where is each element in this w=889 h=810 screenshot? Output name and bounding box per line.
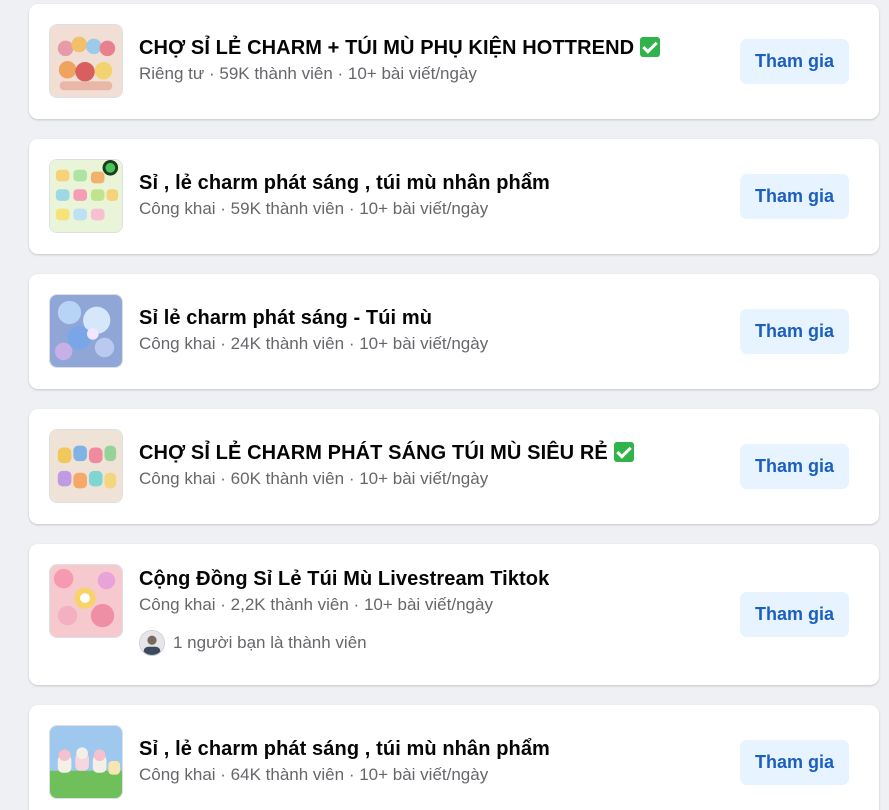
join-group-button[interactable]: Tham gia [740, 444, 849, 489]
group-meta: Công khai · 64K thành viên · 10+ bài viế… [139, 765, 489, 784]
group-members: 2,2K thành viên [230, 595, 349, 614]
group-suggestion-feed: CHỢ SỈ LẺ CHARM + TÚI MÙ PHỤ KIỆN HOTTRE… [0, 0, 889, 810]
group-name[interactable]: CHỢ SỈ LẺ CHARM PHÁT SÁNG TÚI MÙ SIÊU RẺ [139, 440, 729, 466]
group-name[interactable]: Sỉ , lẻ charm phát sáng , túi mù nhân ph… [139, 170, 729, 196]
group-name[interactable]: Sỉ , lẻ charm phát sáng , túi mù nhân ph… [139, 736, 729, 762]
group-activity: 10+ bài viết/ngày [359, 199, 489, 218]
join-group-button[interactable]: Tham gia [740, 174, 849, 219]
group-info: CHỢ SỈ LẺ CHARM + TÚI MÙ PHỤ KIỆN HOTTRE… [139, 35, 729, 85]
group-activity: 10+ bài viết/ngày [359, 469, 489, 488]
group-thumbnail-image [50, 565, 122, 637]
group-activity: 10+ bài viết/ngày [363, 595, 493, 614]
group-meta: Công khai · 59K thành viên · 10+ bài viế… [139, 199, 489, 218]
group-thumbnail[interactable] [49, 725, 123, 799]
mutual-friends[interactable]: 1 người bạn là thành viên [139, 630, 729, 656]
group-name[interactable]: Cộng Đồng Sỉ Lẻ Túi Mù Livestream Tiktok [139, 566, 729, 592]
group-members: 59K thành viên [230, 199, 345, 218]
group-thumbnail[interactable] [49, 429, 123, 503]
group-info: Sỉ , lẻ charm phát sáng , túi mù nhân ph… [139, 170, 729, 220]
join-group-button[interactable]: Tham gia [740, 309, 849, 354]
white-check-mark-icon [613, 442, 634, 462]
group-thumbnail-image [50, 25, 122, 97]
group-thumbnail[interactable] [49, 564, 123, 638]
white-check-mark-icon [640, 37, 661, 57]
group-thumbnail-image [50, 430, 122, 502]
group-thumbnail-image [50, 160, 122, 232]
join-group-button[interactable]: Tham gia [740, 592, 849, 637]
group-meta: Công khai · 60K thành viên · 10+ bài viế… [139, 469, 489, 488]
group-meta: Công khai · 2,2K thành viên · 10+ bài vi… [139, 595, 493, 614]
group-info: Sỉ lẻ charm phát sáng - Túi mù Công khai… [139, 305, 729, 355]
group-activity: 10+ bài viết/ngày [359, 765, 489, 784]
group-privacy: Công khai [139, 595, 216, 614]
group-card[interactable]: Cộng Đồng Sỉ Lẻ Túi Mù Livestream Tiktok… [29, 544, 879, 685]
group-card[interactable]: Sỉ , lẻ charm phát sáng , túi mù nhân ph… [29, 139, 879, 254]
group-members: 24K thành viên [230, 334, 345, 353]
group-thumbnail[interactable] [49, 294, 123, 368]
group-thumbnail-image [50, 295, 122, 367]
group-card[interactable]: CHỢ SỈ LẺ CHARM PHÁT SÁNG TÚI MÙ SIÊU RẺ… [29, 409, 879, 524]
group-activity: 10+ bài viết/ngày [359, 334, 489, 353]
group-meta: Riêng tư · 59K thành viên · 10+ bài viết… [139, 64, 477, 83]
group-privacy: Công khai [139, 199, 216, 218]
join-group-button[interactable]: Tham gia [740, 740, 849, 785]
group-name[interactable]: CHỢ SỈ LẺ CHARM + TÚI MÙ PHỤ KIỆN HOTTRE… [139, 35, 729, 61]
group-meta: Công khai · 24K thành viên · 10+ bài viế… [139, 334, 489, 353]
group-card[interactable]: Sỉ lẻ charm phát sáng - Túi mù Công khai… [29, 274, 879, 389]
group-activity: 10+ bài viết/ngày [347, 64, 477, 83]
group-info: Cộng Đồng Sỉ Lẻ Túi Mù Livestream Tiktok… [139, 566, 729, 656]
group-privacy: Công khai [139, 334, 216, 353]
group-name[interactable]: Sỉ lẻ charm phát sáng - Túi mù [139, 305, 729, 331]
group-privacy: Công khai [139, 765, 216, 784]
group-privacy: Công khai [139, 469, 216, 488]
group-thumbnail[interactable] [49, 159, 123, 233]
mutual-friends-text: 1 người bạn là thành viên [173, 633, 367, 652]
group-privacy: Riêng tư [139, 64, 205, 83]
group-card[interactable]: Sỉ , lẻ charm phát sáng , túi mù nhân ph… [29, 705, 879, 810]
group-members: 60K thành viên [230, 469, 345, 488]
group-info: Sỉ , lẻ charm phát sáng , túi mù nhân ph… [139, 736, 729, 786]
avatar[interactable] [139, 630, 165, 656]
group-members: 64K thành viên [230, 765, 345, 784]
group-thumbnail[interactable] [49, 24, 123, 98]
group-thumbnail-image [50, 726, 122, 798]
group-info: CHỢ SỈ LẺ CHARM PHÁT SÁNG TÚI MÙ SIÊU RẺ… [139, 440, 729, 490]
group-members: 59K thành viên [219, 64, 333, 83]
group-card[interactable]: CHỢ SỈ LẺ CHARM + TÚI MÙ PHỤ KIỆN HOTTRE… [29, 4, 879, 119]
join-group-button[interactable]: Tham gia [740, 39, 849, 84]
